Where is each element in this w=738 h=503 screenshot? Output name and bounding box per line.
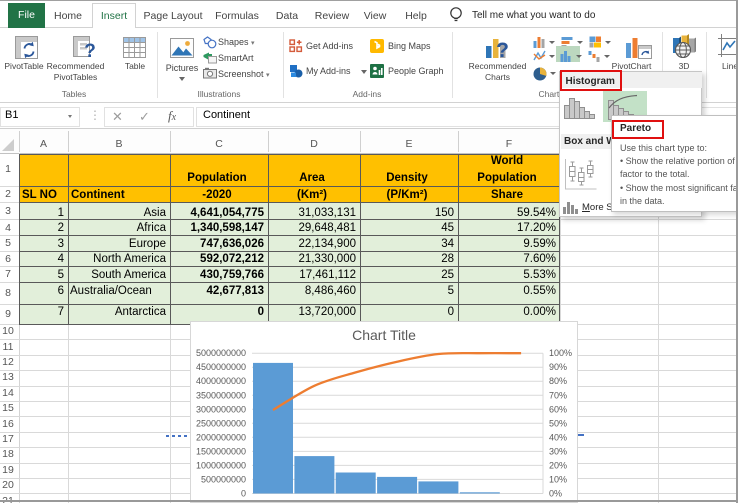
svg-text:0%: 0% <box>549 489 562 499</box>
svg-text:50%: 50% <box>549 418 567 428</box>
svg-text:3000000000: 3000000000 <box>196 404 246 414</box>
svg-text:?: ? <box>84 41 96 60</box>
svg-text:500000000: 500000000 <box>201 474 246 484</box>
svg-text:80%: 80% <box>549 376 567 386</box>
svg-text:4500000000: 4500000000 <box>196 362 246 372</box>
svg-text:30%: 30% <box>549 446 567 456</box>
svg-text:70%: 70% <box>549 390 567 400</box>
svg-text:3500000000: 3500000000 <box>196 390 246 400</box>
svg-text:0: 0 <box>241 489 246 499</box>
svg-text:1000000000: 1000000000 <box>196 460 246 470</box>
svg-text:20%: 20% <box>549 460 567 470</box>
svg-text:?: ? <box>496 39 509 61</box>
svg-text:2500000000: 2500000000 <box>196 418 246 428</box>
svg-text:90%: 90% <box>549 362 567 372</box>
svg-text:2000000000: 2000000000 <box>196 432 246 442</box>
svg-text:4000000000: 4000000000 <box>196 376 246 386</box>
svg-text:Chart Title: Chart Title <box>352 327 416 343</box>
svg-text:60%: 60% <box>549 404 567 414</box>
svg-text:10%: 10% <box>549 474 567 484</box>
svg-text:40%: 40% <box>549 432 567 442</box>
svg-text:5000000000: 5000000000 <box>196 348 246 358</box>
svg-text:1500000000: 1500000000 <box>196 446 246 456</box>
svg-text:100%: 100% <box>549 348 572 358</box>
